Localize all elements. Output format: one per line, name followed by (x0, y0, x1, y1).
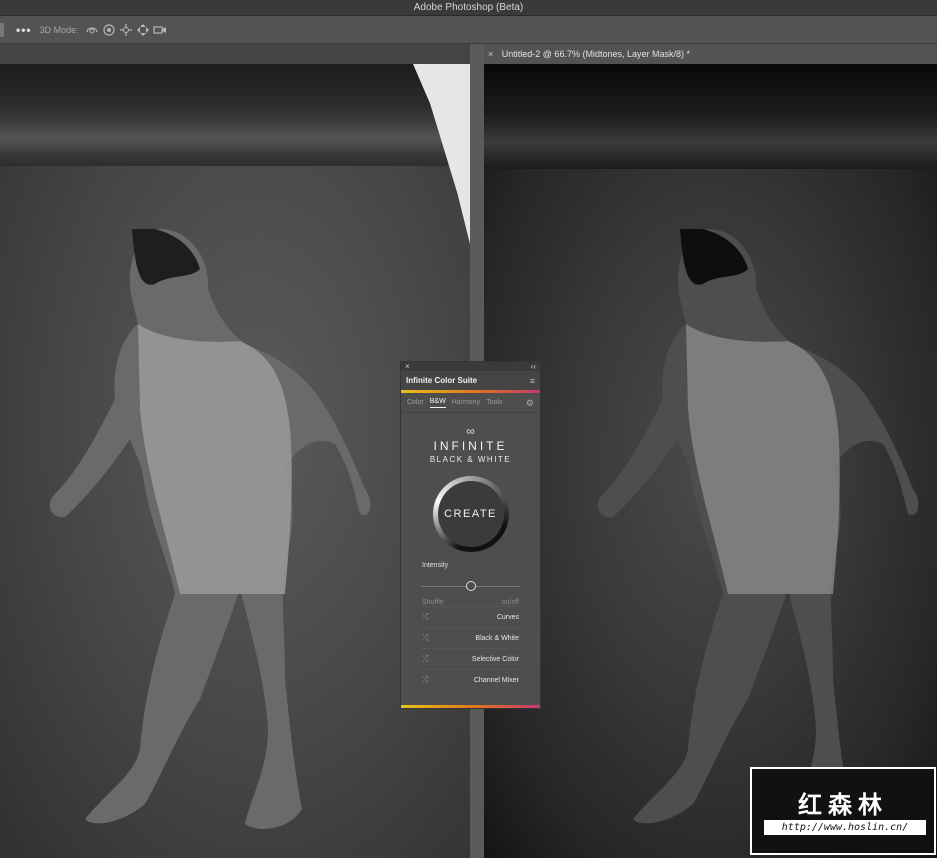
shuffle-label: Shuffle (422, 599, 444, 606)
option-row-curves[interactable]: ⤮ Curves (422, 606, 519, 627)
tab-tools[interactable]: Tools (486, 399, 502, 406)
panel-header: × ‹‹ (401, 362, 540, 371)
shuffle-header: Shuffle on/off (422, 599, 519, 606)
intensity-slider-thumb[interactable] (465, 581, 476, 591)
option-label-selective-color[interactable]: Selective Color (472, 656, 519, 663)
left-ceiling (0, 64, 470, 109)
tab-bw[interactable]: B&W (429, 398, 446, 408)
panel-tabs: Color B&W Harmony Tools ⚙ (401, 393, 540, 413)
more-options-button[interactable]: ••• (16, 23, 32, 37)
brand-subtitle: BLACK & WHITE (429, 455, 512, 464)
left-ceiling-beam (0, 104, 470, 166)
title-bar: Adobe Photoshop (Beta) (0, 0, 937, 16)
shuffle-icon[interactable]: ⤮ (422, 633, 428, 643)
dancer-photo-right (588, 229, 918, 834)
right-ceiling-beam (484, 109, 937, 169)
collapse-panel-icon[interactable]: ‹‹ (531, 362, 536, 371)
infinite-color-suite-panel: × ‹‹ Infinite Color Suite ≡ Color B&W Ha… (400, 361, 541, 709)
shuffle-icon[interactable]: ⤮ (422, 675, 428, 685)
panel-menu-icon[interactable]: ≡ (530, 376, 535, 386)
orbit-3d-icon[interactable] (85, 23, 99, 37)
window-title: Adobe Photoshop (Beta) (413, 2, 524, 13)
watermark: 红森林 http://www.hoslin.cn/ (750, 767, 936, 855)
option-row-channel-mixer[interactable]: ⤮ Channel Mixer (422, 669, 519, 690)
infinity-logo-icon: ∞ (466, 424, 475, 438)
option-label-channel-mixer[interactable]: Channel Mixer (474, 677, 519, 684)
option-row-black-white[interactable]: ⤮ Black & White (422, 627, 519, 648)
roll-3d-icon[interactable] (102, 23, 116, 37)
intensity-slider[interactable] (421, 581, 520, 591)
edited-document-canvas[interactable] (484, 64, 937, 858)
slide-3d-icon[interactable] (136, 23, 150, 37)
option-label-black-white[interactable]: Black & White (475, 635, 519, 642)
3d-mode-label: 3D Mode: (39, 24, 79, 35)
tab-color[interactable]: Color (407, 399, 424, 406)
close-panel-icon[interactable]: × (405, 362, 410, 371)
intensity-label: Intensity (422, 562, 449, 569)
watermark-chinese-text: 红森林 (798, 791, 888, 819)
document-tab[interactable]: × Untitled-2 @ 66.7% (Midtones, Layer Ma… (484, 44, 937, 64)
document-tab-title[interactable]: Untitled-2 @ 66.7% (Midtones, Layer Mask… (502, 49, 690, 59)
panel-title: Infinite Color Suite (406, 376, 478, 385)
shuffle-icon[interactable]: ⤮ (422, 654, 428, 664)
option-label-curves[interactable]: Curves (497, 614, 519, 621)
panel-title-tab[interactable]: Infinite Color Suite ≡ (401, 371, 540, 393)
onoff-label: on/off (501, 599, 519, 606)
tab-harmony[interactable]: Harmony (452, 399, 480, 406)
options-bar-edge (0, 22, 4, 37)
panel-accent-bar (401, 705, 540, 708)
dancer-photo-left (40, 229, 370, 834)
shuffle-icon[interactable]: ⤮ (422, 612, 428, 622)
close-tab-icon[interactable]: × (488, 49, 493, 59)
pan-3d-icon[interactable] (119, 23, 133, 37)
right-ceiling (484, 64, 937, 114)
watermark-url: http://www.hoslin.cn/ (764, 820, 926, 835)
create-button-label: CREATE (437, 481, 504, 547)
options-bar: ••• 3D Mode: (0, 16, 937, 44)
plugin-logo: ∞ INFINITE BLACK & WHITE (401, 425, 540, 464)
camera-3d-icon[interactable] (153, 23, 167, 37)
create-button[interactable]: CREATE (432, 476, 509, 552)
brand-title: INFINITE (433, 439, 508, 453)
left-doc-tab-strip (0, 44, 470, 64)
gear-icon[interactable]: ⚙ (526, 398, 534, 409)
option-row-selective-color[interactable]: ⤮ Selective Color (422, 648, 519, 669)
